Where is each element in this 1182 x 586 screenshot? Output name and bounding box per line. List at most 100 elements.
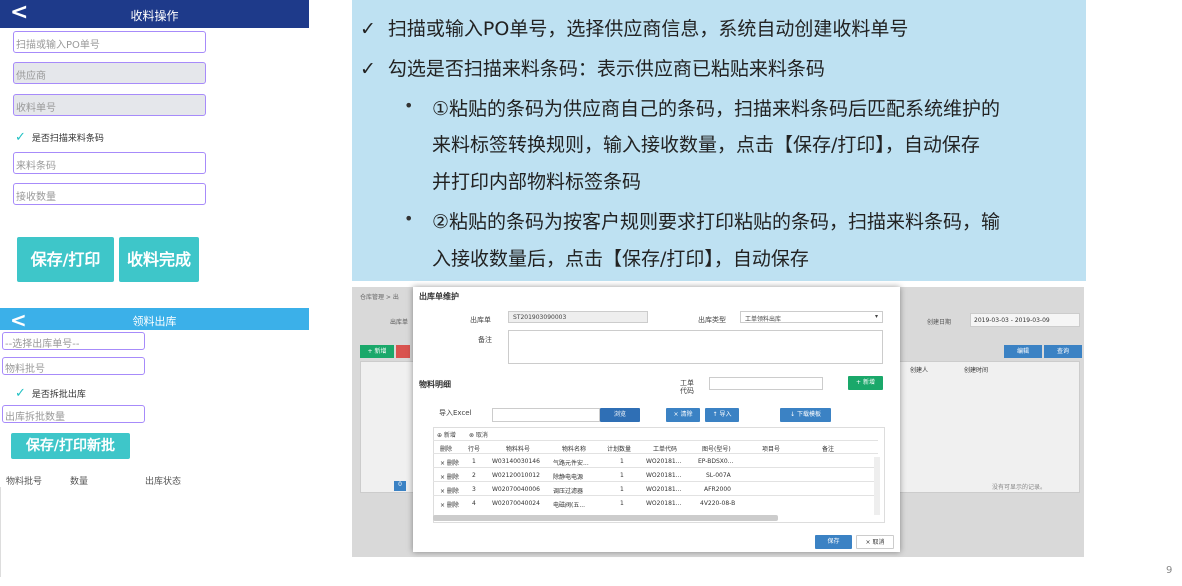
delete-row-button[interactable]: × 删除 [440,486,459,495]
grid-header-cell: 工单代码 [653,446,678,453]
grid-cell: WO20181... [646,500,682,507]
grid-cell: W02070040024 [492,500,540,507]
grid-header-cell: 计划数量 [607,446,632,453]
download-template-button[interactable]: ↓ 下载模板 [780,408,831,422]
grid-add-button[interactable]: ⊕ 新增 [437,430,456,439]
bg-col-created-time: 创建时间 [964,367,989,374]
qty-input[interactable]: 接收数量 [13,183,206,205]
grid-cancel-button[interactable]: ⊗ 取消 [469,430,488,439]
delete-row-button[interactable]: × 删除 [440,500,459,509]
grid-header-cell: 物料料号 [506,446,531,453]
delete-row-button[interactable]: × 删除 [440,472,459,481]
receive-screen: < 收料操作 扫描或输入PO单号 供应商 收料单号 ✓ 是否扫描来料条码 来料条码… [0,0,309,290]
grid-cell: 1 [620,458,624,465]
import-file-input[interactable] [492,408,600,422]
bg-no-records: 没有可显示的记录。 [992,484,1047,491]
grid-cell: 1 [472,458,476,465]
note-line-1: ✓ 扫描或输入PO单号，选择供应商信息，系统自动创建收料单号 [360,14,908,41]
bg-new-button[interactable]: + 新增 [360,345,394,358]
grid-line [433,495,878,496]
bullet1-line3: 并打印内部物料标签条码 [432,171,642,193]
add-detail-button[interactable]: + 新增 [848,376,883,390]
split-batch-checkbox[interactable]: ✓ 是否拆批出库 [15,386,86,401]
cancel-button[interactable]: × 取消 [856,535,894,549]
receive-header: < 收料操作 [0,0,309,28]
bullet2-line2: 入接收数量后，点击【保存/打印】，自动保存 [432,248,809,270]
grid-cell: 除静电电源 [553,474,584,481]
scan-barcode-checkbox[interactable]: ✓ 是否扫描来料条码 [15,130,104,145]
import-button[interactable]: ↑ 导入 [705,408,739,422]
bullet1-line2: 来料标签转换规则，输入接收数量，点击【保存/打印】，自动保存 [432,134,980,156]
complete-button[interactable]: 收料完成 [119,237,199,282]
breadcrumb: 仓库管理 > 出 [360,294,399,301]
bg-outbound-label: 出库单 [390,319,409,326]
save-print-button[interactable]: 保存/打印 [17,237,114,282]
outbound-type-value: 工单领料出库 [745,316,782,323]
divider [0,487,1,577]
note-line-2-text: 勾选是否扫描来料条码：表示供应商已粘贴来料条码 [387,58,825,80]
grid-cell: 3 [472,486,476,493]
grid-line [433,453,878,454]
col-status: 出库状态 [145,477,182,487]
save-button[interactable]: 保存 [815,535,852,549]
bullet-icon: • [404,209,414,228]
outbound-qty-input[interactable]: 出库拆批数量 [2,405,145,423]
bg-edit-button[interactable] [396,345,410,358]
work-order-input[interactable] [709,377,823,390]
split-batch-label: 是否拆批出库 [31,390,86,400]
bg-query-edit-button[interactable]: 编辑 [1004,345,1042,358]
outbound-select[interactable]: --选择出库单号-- [2,332,145,350]
dropdown-icon: ▾ [874,313,878,320]
grid-line [433,440,878,441]
col-batch: 物料批号 [6,477,43,487]
batch-input[interactable]: 物料批号 [2,357,145,375]
grid-header-cell: 项目号 [762,446,781,453]
grid-cell: 1 [620,500,624,507]
bullet2-line1: ②粘贴的条码为按客户规则要求打印粘贴的条码，扫描来料条码，输 [432,211,1001,233]
grid-header-cell: 物料名称 [562,446,587,453]
check-icon: ✓ [360,18,376,40]
grid-cell: W03140030146 [492,458,540,465]
note-line-2: ✓ 勾选是否扫描来料条码：表示供应商已粘贴来料条码 [360,54,825,81]
check-icon: ✓ [15,130,26,145]
save-print-new-batch-button[interactable]: 保存/打印新批 [11,433,130,459]
note-line-1-text: 扫描或输入PO单号，选择供应商信息，系统自动创建收料单号 [387,18,909,40]
bg-created-label: 创建日期 [927,319,952,326]
bullet-icon: • [404,96,414,115]
outbound-type-select[interactable]: 工单领料出库 ▾ [740,311,883,323]
bg-query-button[interactable]: 查询 [1044,345,1082,358]
grid-header-cell: 备注 [822,446,835,453]
work-order-label-2: 代码 [680,387,694,395]
grid-cell: 调压过滤器 [553,488,584,495]
outbound-no-label: 出库单 [470,316,491,324]
clear-button[interactable]: × 清除 [666,408,700,422]
outbound-no-field: ST201903090003 [508,311,648,323]
grid-cell: AFR2000 [704,486,731,493]
remark-label: 备注 [478,336,492,344]
vertical-scrollbar[interactable] [874,457,880,515]
delete-row-button[interactable]: × 删除 [440,458,459,467]
outbound-modal: 出库单维护 出库单 ST201903090003 出库类型 工单领料出库 ▾ 备注… [413,287,900,552]
grid-header-cell: 行号 [468,446,481,453]
col-qty: 数量 [70,477,89,487]
remark-textarea[interactable] [508,330,883,364]
grid-header-cell: 图号(型号) [702,446,731,453]
grid-line [433,467,878,468]
barcode-input[interactable]: 来料条码 [13,152,206,174]
bg-page-number[interactable]: 0 [394,481,406,491]
grid-cell: 4V220-08-B [700,500,736,507]
po-input[interactable]: 扫描或输入PO单号 [13,31,206,53]
grid-cell: WO20181... [646,486,682,493]
browse-button[interactable]: 浏览 [600,408,640,422]
modal-title: 出库单维护 [419,292,459,301]
supplier-field[interactable]: 供应商 [13,62,206,84]
bg-date-range[interactable]: 2019-03-03 - 2019-03-09 [970,313,1080,327]
grid-cell: 1 [620,486,624,493]
page-number: 9 [1166,565,1173,576]
grid-cell: WO20181... [646,458,682,465]
detail-section-title: 物料明细 [419,380,451,389]
receive-title: 收料操作 [130,9,179,23]
grid-cell: W02120010012 [492,472,540,479]
horizontal-scrollbar[interactable] [433,515,778,521]
check-icon: ✓ [360,58,376,80]
